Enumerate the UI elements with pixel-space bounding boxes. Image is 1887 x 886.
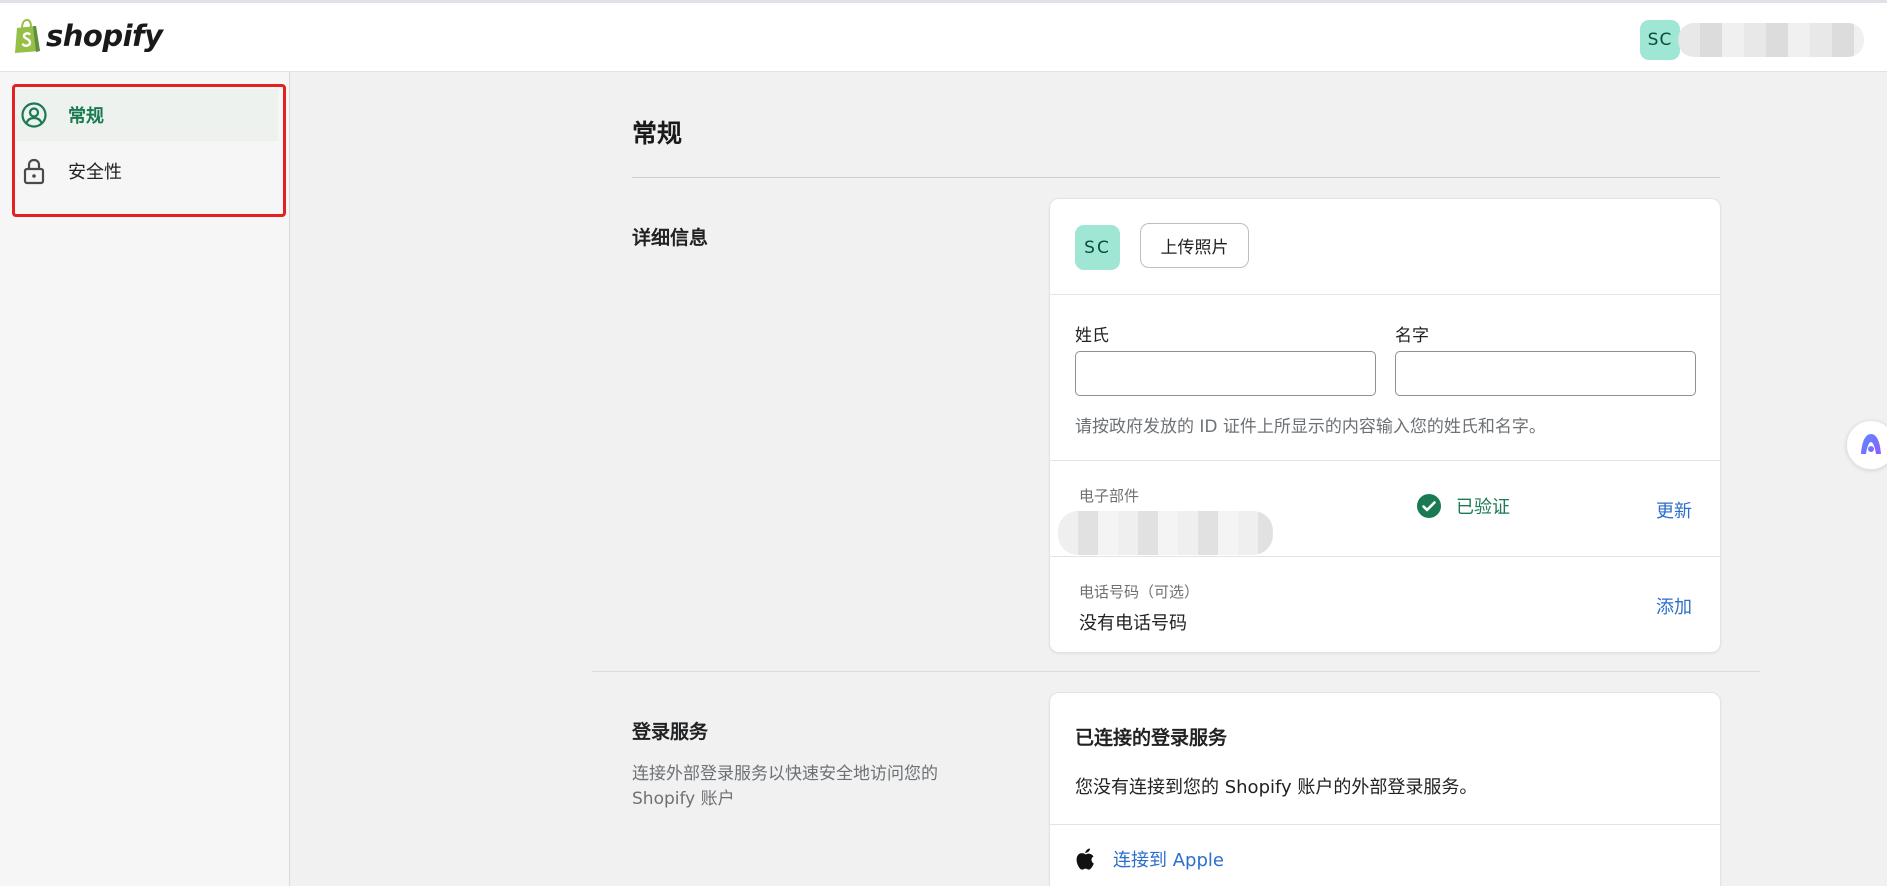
verified-label: 已验证 <box>1456 497 1510 518</box>
upload-photo-button[interactable]: 上传照片 <box>1140 223 1249 268</box>
add-phone-link[interactable]: 添加 <box>1656 593 1692 619</box>
redacted-user-name <box>1678 23 1864 57</box>
phone-value: 没有电话号码 <box>1079 613 1187 634</box>
name-help-text: 请按政府发放的 ID 证件上所显示的内容输入您的姓氏和名字。 <box>1075 417 1546 437</box>
connect-apple[interactable]: 连接到 Apple <box>1075 846 1224 872</box>
highlight-box <box>12 84 286 217</box>
sidebar: 常规 安全性 <box>0 72 290 886</box>
connected-services-text: 您没有连接到您的 Shopify 账户的外部登录服务。 <box>1075 777 1478 798</box>
connect-apple-link[interactable]: 连接到 Apple <box>1113 846 1224 872</box>
email-row: 电子部件 已验证 更新 <box>1050 460 1720 556</box>
title-divider <box>632 177 1720 178</box>
login-services-section-label: 登录服务 <box>632 721 709 743</box>
login-services-description: 连接外部登录服务以快速安全地访问您的 Shopify 账户 <box>632 764 938 809</box>
assistant-float-button[interactable] <box>1846 420 1887 470</box>
connected-services-title: 已连接的登录服务 <box>1075 727 1228 749</box>
name-fields-row: 姓氏 名字 请按政府发放的 ID 证件上所显示的内容输入您的姓氏和名字。 <box>1050 294 1720 460</box>
shopify-logo[interactable]: shopify <box>12 19 163 53</box>
profile-avatar: SC <box>1075 225 1120 270</box>
details-card: SC 上传照片 姓氏 名字 请按政府发放的 ID 证件上所显示的内容输入您的姓氏… <box>1049 198 1721 653</box>
shopify-bag-icon <box>15 19 40 53</box>
last-name-input[interactable] <box>1075 351 1376 396</box>
user-avatar[interactable]: SC <box>1640 20 1680 60</box>
login-services-card: 已连接的登录服务 您没有连接到您的 Shopify 账户的外部登录服务。 连接到… <box>1049 692 1721 886</box>
assistant-icon <box>1861 434 1881 454</box>
top-bar: shopify SC <box>0 0 1887 72</box>
apple-icon <box>1076 848 1094 870</box>
redacted-email <box>1058 511 1273 555</box>
logo-wordmark: shopify <box>46 19 163 53</box>
page-title: 常规 <box>632 119 683 148</box>
email-label: 电子部件 <box>1079 487 1140 505</box>
first-name-input[interactable] <box>1395 351 1696 396</box>
email-verified-status: 已验证 <box>1416 493 1510 519</box>
check-circle-icon <box>1417 494 1441 518</box>
phone-row: 电话号码（可选） 没有电话号码 添加 <box>1050 556 1720 652</box>
section-divider <box>592 671 1760 672</box>
apple-login-row: 连接到 Apple <box>1050 824 1720 886</box>
phone-label: 电话号码（可选） <box>1079 583 1200 601</box>
details-section-label: 详细信息 <box>632 227 709 249</box>
first-name-label: 名字 <box>1395 326 1429 346</box>
update-email-link[interactable]: 更新 <box>1656 497 1692 523</box>
last-name-label: 姓氏 <box>1075 326 1109 346</box>
